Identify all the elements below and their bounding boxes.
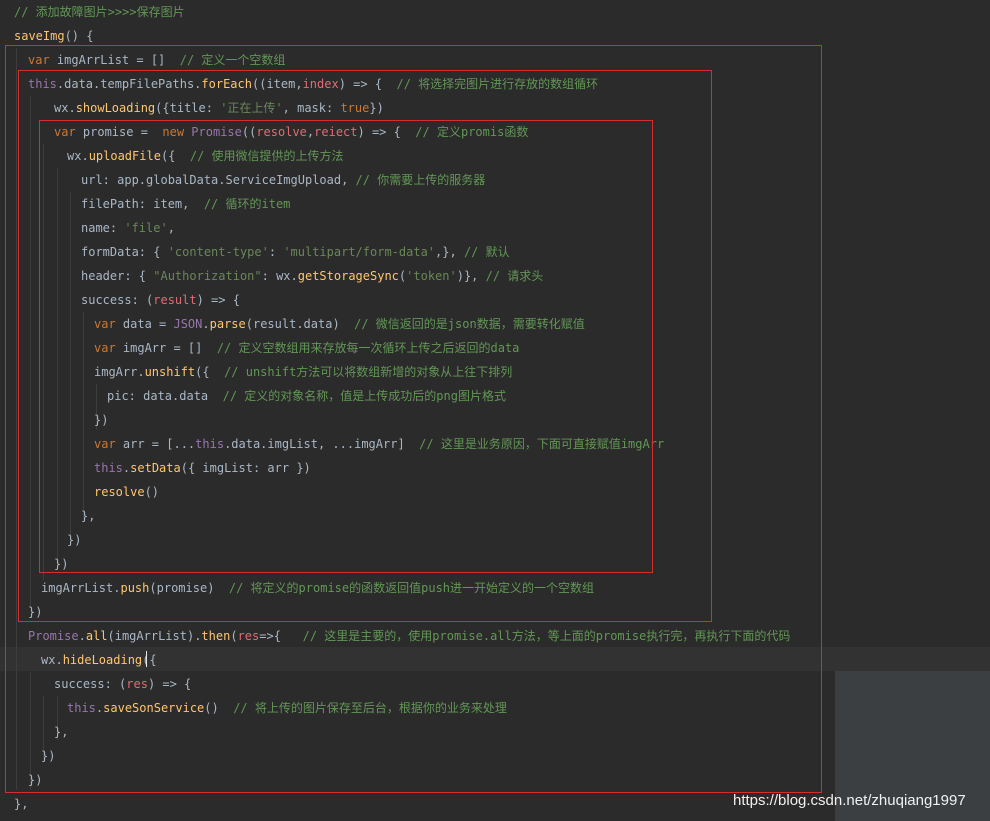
code-token-plain: },: [14, 797, 29, 811]
code-editor[interactable]: // 添加故障图片>>>>保存图片 saveImg() {var imgArrLi…: [0, 0, 990, 821]
code-token-plain: () {: [64, 29, 94, 43]
code-line[interactable]: },: [14, 792, 28, 816]
highlight-box-promise: [39, 120, 653, 573]
watermark: https://blog.csdn.net/zhuqiang1997: [733, 792, 966, 809]
code-token-comment: // 添加故障图片>>>>保存图片: [14, 5, 185, 19]
code-line[interactable]: // 添加故障图片>>>>保存图片: [14, 0, 185, 24]
code-token-method: saveImg: [14, 29, 65, 43]
text-cursor: [146, 651, 147, 667]
